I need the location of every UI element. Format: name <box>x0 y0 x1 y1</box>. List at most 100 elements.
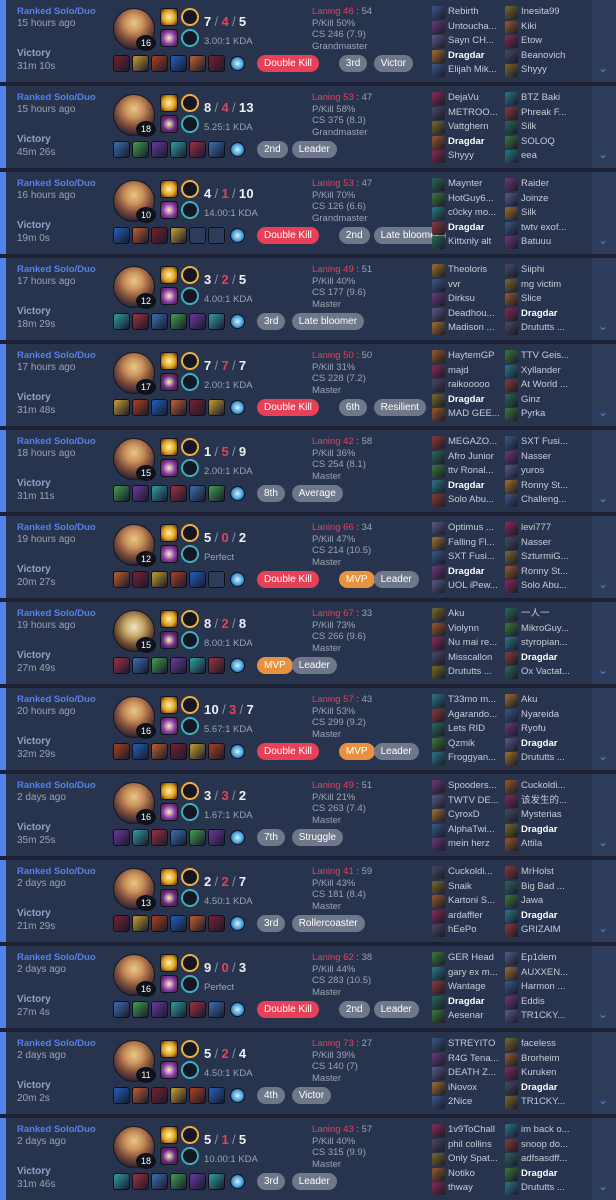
participant[interactable]: hEePo <box>432 923 508 938</box>
item-slot[interactable] <box>208 313 225 330</box>
participant[interactable]: Shyyy <box>432 149 508 164</box>
item-slot[interactable] <box>208 571 225 588</box>
participant[interactable]: HaytemGP <box>432 349 508 364</box>
participant[interactable]: 该发生的... <box>505 794 581 809</box>
participant[interactable]: Shyyy <box>505 63 581 78</box>
participant[interactable]: Agarando... <box>432 708 508 723</box>
trinket-ward[interactable] <box>230 400 245 415</box>
participant[interactable]: Ox Vactat... <box>505 665 581 680</box>
participant[interactable]: Raider <box>505 177 581 192</box>
item-slot[interactable] <box>113 743 130 760</box>
participant[interactable]: GER Head <box>432 951 508 966</box>
participant[interactable]: im back o... <box>505 1123 581 1138</box>
item-slot[interactable] <box>132 313 149 330</box>
participant[interactable]: Madison ... <box>432 321 508 336</box>
item-slot[interactable] <box>170 1087 187 1104</box>
participant[interactable]: Nasser <box>505 450 581 465</box>
expand-button[interactable]: ⌄ <box>592 1118 616 1200</box>
participant[interactable]: Wantage <box>432 980 508 995</box>
summoner-spell-flash[interactable] <box>160 696 178 714</box>
participant[interactable]: vvr <box>432 278 508 293</box>
participant[interactable]: 1v9ToChall <box>432 1123 508 1138</box>
participant[interactable]: Dragdar <box>432 479 508 494</box>
item-slot[interactable] <box>189 1001 206 1018</box>
participant[interactable]: Misscallon <box>432 651 508 666</box>
item-slot[interactable] <box>208 227 225 244</box>
participant[interactable]: At World ... <box>505 378 581 393</box>
participant[interactable]: Dragdar <box>432 995 508 1010</box>
participant[interactable]: BTZ Baki <box>505 91 581 106</box>
participant[interactable]: HotGuy6... <box>432 192 508 207</box>
secondary-rune[interactable] <box>181 803 199 821</box>
participant[interactable]: Beanovich <box>505 49 581 64</box>
participant[interactable]: Drututts ... <box>505 751 581 766</box>
item-slot[interactable] <box>170 1173 187 1190</box>
participant[interactable]: MikroGuy... <box>505 622 581 637</box>
participant[interactable]: Theoloris <box>432 263 508 278</box>
summoner-spell-2[interactable] <box>160 717 178 735</box>
participant[interactable]: levi777 <box>505 521 581 536</box>
item-slot[interactable] <box>151 485 168 502</box>
item-slot[interactable] <box>170 141 187 158</box>
participant[interactable]: Dragdar <box>432 565 508 580</box>
participant[interactable]: Challeng... <box>505 493 581 508</box>
item-slot[interactable] <box>113 141 130 158</box>
item-slot[interactable] <box>170 399 187 416</box>
item-slot[interactable] <box>208 1173 225 1190</box>
participant[interactable]: METROO... <box>432 106 508 121</box>
keystone-rune[interactable] <box>181 266 199 284</box>
keystone-rune[interactable] <box>181 954 199 972</box>
item-slot[interactable] <box>132 141 149 158</box>
participant[interactable]: Phreak F... <box>505 106 581 121</box>
secondary-rune[interactable] <box>181 545 199 563</box>
participant[interactable]: Ronny St... <box>505 479 581 494</box>
summoner-spell-flash[interactable] <box>160 1126 178 1144</box>
participant[interactable]: SXT Fusi... <box>432 550 508 565</box>
participant[interactable]: Froggyan... <box>432 751 508 766</box>
item-slot[interactable] <box>170 55 187 72</box>
item-slot[interactable] <box>170 571 187 588</box>
participant[interactable]: Kiki <box>505 20 581 35</box>
participant[interactable]: Sayn CH... <box>432 34 508 49</box>
participant[interactable]: Nyareida <box>505 708 581 723</box>
participant[interactable]: majd <box>432 364 508 379</box>
item-slot[interactable] <box>189 1173 206 1190</box>
item-slot[interactable] <box>113 1087 130 1104</box>
summoner-spell-flash[interactable] <box>160 1040 178 1058</box>
participant[interactable]: Dirksu <box>432 292 508 307</box>
summoner-spell-2[interactable] <box>160 29 178 47</box>
participant[interactable]: Dragdar <box>505 651 581 666</box>
match-card[interactable]: Ranked Solo/Duo 2 days ago Victory 27m 4s 16… <box>0 946 616 1028</box>
participant[interactable]: Mysterias <box>505 808 581 823</box>
item-slot[interactable] <box>151 313 168 330</box>
item-slot[interactable] <box>189 743 206 760</box>
participant[interactable]: Eddis <box>505 995 581 1010</box>
match-card[interactable]: Ranked Solo/Duo 20 hours ago Victory 32m 29… <box>0 688 616 770</box>
item-slot[interactable] <box>113 1001 130 1018</box>
participant[interactable]: MEGAZO... <box>432 435 508 450</box>
item-slot[interactable] <box>170 1001 187 1018</box>
summoner-spell-flash[interactable] <box>160 868 178 886</box>
trinket-ward[interactable] <box>230 486 245 501</box>
summoner-spell-2[interactable] <box>160 373 178 391</box>
participant[interactable]: twtv exof... <box>505 221 581 236</box>
expand-button[interactable]: ⌄ <box>592 172 616 254</box>
participant[interactable]: Dragdar <box>432 135 508 150</box>
participant[interactable]: Aku <box>505 693 581 708</box>
participant[interactable]: Drututts ... <box>432 665 508 680</box>
item-slot[interactable] <box>208 485 225 502</box>
participant[interactable]: Dragdar <box>505 737 581 752</box>
participant[interactable]: Lets RID <box>432 722 508 737</box>
item-slot[interactable] <box>151 829 168 846</box>
trinket-ward[interactable] <box>230 1002 245 1017</box>
expand-button[interactable]: ⌄ <box>592 516 616 598</box>
item-slot[interactable] <box>189 829 206 846</box>
participant[interactable]: Nasser <box>505 536 581 551</box>
item-slot[interactable] <box>189 1087 206 1104</box>
secondary-rune[interactable] <box>181 459 199 477</box>
item-slot[interactable] <box>208 141 225 158</box>
expand-button[interactable]: ⌄ <box>592 258 616 340</box>
summoner-spell-2[interactable] <box>160 631 178 649</box>
expand-button[interactable]: ⌄ <box>592 602 616 684</box>
secondary-rune[interactable] <box>181 1061 199 1079</box>
